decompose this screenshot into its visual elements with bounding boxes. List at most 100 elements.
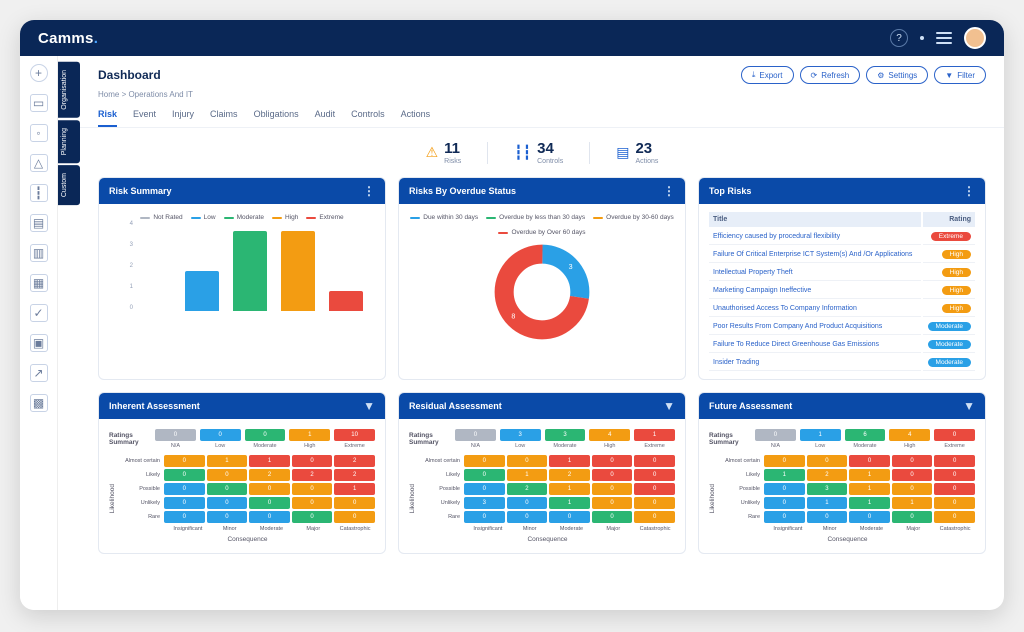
matrix-cell[interactable]: 0 — [334, 497, 375, 509]
settings-button[interactable]: ⚙Settings — [866, 66, 928, 84]
table-row[interactable]: Efficiency caused by procedural flexibil… — [709, 229, 975, 245]
matrix-cell[interactable]: 1 — [249, 455, 290, 467]
matrix-cell[interactable]: 0 — [507, 455, 548, 467]
matrix-cell[interactable]: 0 — [934, 511, 975, 523]
table-row[interactable]: Poor Results From Company And Product Ac… — [709, 319, 975, 335]
matrix-cell[interactable]: 0 — [292, 455, 333, 467]
matrix-cell[interactable]: 0 — [592, 469, 633, 481]
matrix-cell[interactable]: 0 — [334, 511, 375, 523]
matrix-cell[interactable]: 0 — [549, 511, 590, 523]
menu-icon[interactable] — [936, 32, 952, 44]
matrix-cell[interactable]: 0 — [292, 483, 333, 495]
sliders-icon[interactable]: ┇ — [30, 184, 48, 202]
matrix-cell[interactable]: 0 — [249, 483, 290, 495]
matrix-cell[interactable]: 0 — [764, 497, 805, 509]
matrix-cell[interactable]: 0 — [164, 455, 205, 467]
matrix-cell[interactable]: 0 — [892, 511, 933, 523]
rail-icon-8[interactable]: ✓ — [30, 304, 48, 322]
matrix-cell[interactable]: 1 — [849, 469, 890, 481]
rail-icon-5[interactable]: ▤ — [30, 214, 48, 232]
filter-button[interactable]: ▼Filter — [934, 66, 986, 84]
rail-icon-1[interactable]: ▭ — [30, 94, 48, 112]
matrix-cell[interactable]: 2 — [334, 469, 375, 481]
matrix-cell[interactable]: 0 — [807, 511, 848, 523]
matrix-cell[interactable]: 0 — [507, 497, 548, 509]
matrix-cell[interactable]: 0 — [934, 497, 975, 509]
side-tab-organisation[interactable]: Organisation — [58, 62, 80, 118]
table-row[interactable]: Marketing Campaign IneffectiveHigh — [709, 283, 975, 299]
tab-audit[interactable]: Audit — [315, 105, 336, 127]
refresh-button[interactable]: ⟳Refresh — [800, 66, 861, 84]
matrix-cell[interactable]: 0 — [634, 469, 675, 481]
matrix-cell[interactable]: 0 — [849, 511, 890, 523]
alert-icon[interactable]: △ — [30, 154, 48, 172]
matrix-cell[interactable]: 1 — [207, 455, 248, 467]
filter-icon[interactable]: ▼ — [963, 399, 975, 413]
rail-icon-2[interactable]: ◦ — [30, 124, 48, 142]
matrix-cell[interactable]: 0 — [164, 483, 205, 495]
matrix-cell[interactable]: 0 — [207, 483, 248, 495]
matrix-cell[interactable]: 1 — [507, 469, 548, 481]
matrix-cell[interactable]: 0 — [934, 469, 975, 481]
matrix-cell[interactable]: 1 — [764, 469, 805, 481]
matrix-cell[interactable]: 1 — [549, 483, 590, 495]
tab-controls[interactable]: Controls — [351, 105, 385, 127]
matrix-cell[interactable]: 0 — [507, 511, 548, 523]
matrix-cell[interactable]: 0 — [892, 455, 933, 467]
chart-icon[interactable]: ▣ — [30, 334, 48, 352]
matrix-cell[interactable]: 0 — [464, 511, 505, 523]
matrix-cell[interactable]: 0 — [292, 511, 333, 523]
tab-injury[interactable]: Injury — [172, 105, 194, 127]
matrix-cell[interactable]: 0 — [764, 511, 805, 523]
matrix-cell[interactable]: 0 — [207, 497, 248, 509]
side-tab-planning[interactable]: Planning — [58, 120, 80, 163]
rail-icon-6[interactable]: ▥ — [30, 244, 48, 262]
matrix-cell[interactable]: 0 — [592, 497, 633, 509]
matrix-cell[interactable]: 0 — [207, 511, 248, 523]
side-tab-custom[interactable]: Custom — [58, 165, 80, 205]
matrix-cell[interactable]: 0 — [849, 455, 890, 467]
tab-obligations[interactable]: Obligations — [254, 105, 299, 127]
filter-icon[interactable]: ▼ — [363, 399, 375, 413]
matrix-cell[interactable]: 0 — [464, 455, 505, 467]
export-button[interactable]: ⤓Export — [741, 66, 794, 84]
rail-icon-7[interactable]: ▦ — [30, 274, 48, 292]
matrix-cell[interactable]: 0 — [592, 483, 633, 495]
matrix-cell[interactable]: 0 — [807, 455, 848, 467]
matrix-cell[interactable]: 1 — [892, 497, 933, 509]
user-avatar[interactable] — [964, 27, 986, 49]
add-icon[interactable]: + — [30, 64, 48, 82]
matrix-cell[interactable]: 0 — [207, 469, 248, 481]
matrix-cell[interactable]: 0 — [634, 483, 675, 495]
card-menu-icon[interactable]: ⋮ — [363, 184, 375, 198]
matrix-cell[interactable]: 0 — [634, 497, 675, 509]
matrix-cell[interactable]: 1 — [849, 497, 890, 509]
matrix-cell[interactable]: 0 — [634, 455, 675, 467]
rail-icon-11[interactable]: ▩ — [30, 394, 48, 412]
matrix-cell[interactable]: 2 — [249, 469, 290, 481]
tab-event[interactable]: Event — [133, 105, 156, 127]
matrix-cell[interactable]: 3 — [807, 483, 848, 495]
filter-icon[interactable]: ▼ — [663, 399, 675, 413]
table-row[interactable]: Unauthorised Access To Company Informati… — [709, 301, 975, 317]
matrix-cell[interactable]: 2 — [549, 469, 590, 481]
matrix-cell[interactable]: 0 — [164, 511, 205, 523]
matrix-cell[interactable]: 0 — [934, 483, 975, 495]
card-menu-icon[interactable]: ⋮ — [663, 184, 675, 198]
matrix-cell[interactable]: 1 — [334, 483, 375, 495]
table-row[interactable]: Insider TradingModerate — [709, 355, 975, 371]
matrix-cell[interactable]: 0 — [249, 497, 290, 509]
matrix-cell[interactable]: 2 — [807, 469, 848, 481]
tab-actions[interactable]: Actions — [401, 105, 431, 127]
matrix-cell[interactable]: 1 — [849, 483, 890, 495]
matrix-cell[interactable]: 0 — [164, 497, 205, 509]
table-row[interactable]: Failure Of Critical Enterprise ICT Syste… — [709, 247, 975, 263]
matrix-cell[interactable]: 0 — [592, 455, 633, 467]
matrix-cell[interactable]: 0 — [634, 511, 675, 523]
matrix-cell[interactable]: 0 — [764, 455, 805, 467]
matrix-cell[interactable]: 0 — [464, 469, 505, 481]
card-menu-icon[interactable]: ⋮ — [963, 184, 975, 198]
tab-claims[interactable]: Claims — [210, 105, 238, 127]
matrix-cell[interactable]: 0 — [164, 469, 205, 481]
matrix-cell[interactable]: 0 — [892, 469, 933, 481]
